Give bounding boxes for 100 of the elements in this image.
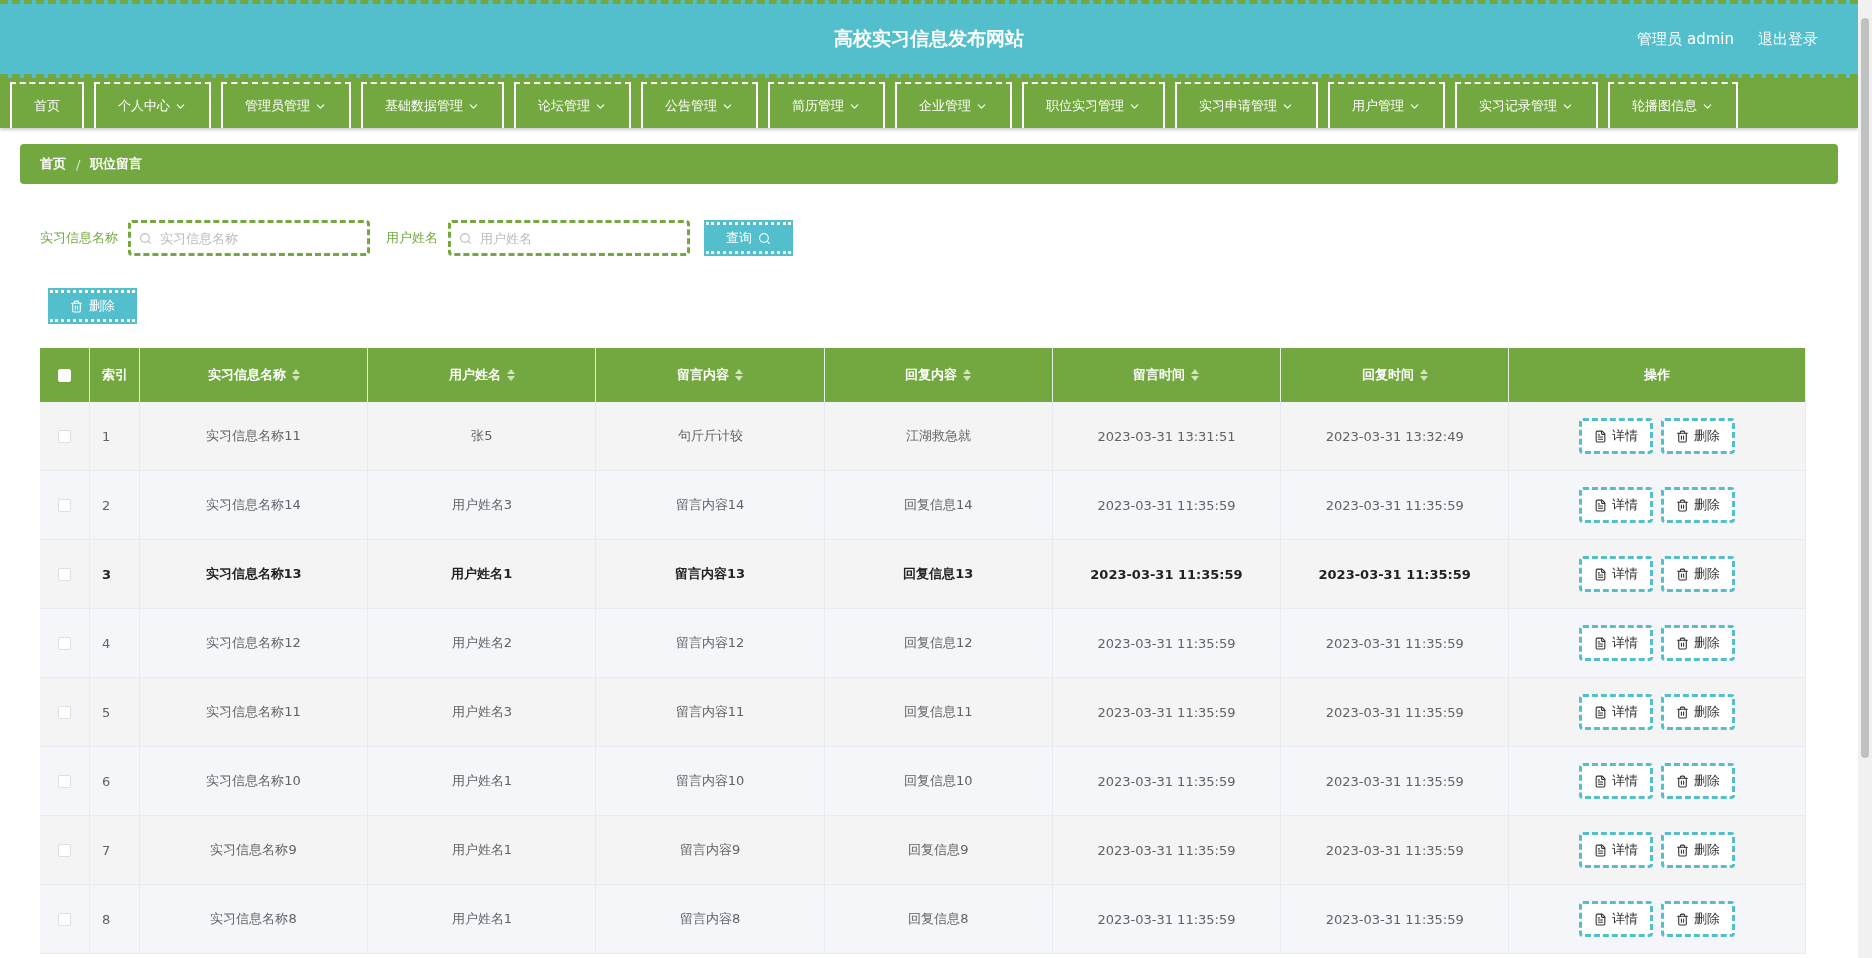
table-cell: 2023-03-31 11:35:59 xyxy=(1281,540,1510,609)
table-cell: 实习信息名称10 xyxy=(140,747,369,816)
sort-icon[interactable] xyxy=(963,369,972,381)
table-cell: 回复信息11 xyxy=(824,678,1053,747)
nav-item[interactable]: 管理员管理 xyxy=(221,82,351,128)
nav-item[interactable]: 首页 xyxy=(10,82,84,128)
trash-icon xyxy=(1676,705,1690,719)
table-cell: 实习信息名称9 xyxy=(140,816,369,885)
table-cell: 用户姓名3 xyxy=(368,471,597,540)
table-cell: 回复信息8 xyxy=(824,885,1053,954)
table-cell: 实习信息名称8 xyxy=(140,885,369,954)
search-icon xyxy=(139,231,152,245)
table-cell: 2023-03-31 11:35:59 xyxy=(1052,678,1282,747)
column-header[interactable]: 回复内容 xyxy=(824,348,1053,402)
table-cell: 张5 xyxy=(368,402,597,471)
table-cell: 2023-03-31 13:31:51 xyxy=(1052,402,1282,471)
table-cell: 实习信息名称11 xyxy=(140,402,369,471)
detail-button[interactable]: 详情 xyxy=(1579,832,1654,868)
nav-item[interactable]: 轮播图信息 xyxy=(1608,82,1738,128)
table-cell: 留言内容13 xyxy=(596,540,825,609)
nav-item[interactable]: 职位实习管理 xyxy=(1022,82,1165,128)
document-icon xyxy=(1594,429,1608,443)
nav-item[interactable]: 企业管理 xyxy=(895,82,1012,128)
user-name: 管理员 admin xyxy=(1637,29,1734,49)
document-icon xyxy=(1594,567,1608,581)
row-checkbox[interactable] xyxy=(58,843,71,857)
row-checkbox[interactable] xyxy=(58,912,71,926)
sort-icon[interactable] xyxy=(735,369,744,381)
delete-row-button[interactable]: 删除 xyxy=(1661,694,1736,730)
table-cell: 4 xyxy=(90,609,140,678)
nav-item[interactable]: 用户管理 xyxy=(1328,82,1445,128)
query-button[interactable]: 查询 xyxy=(706,222,791,254)
nav-item[interactable]: 简历管理 xyxy=(768,82,885,128)
table-cell: 2023-03-31 11:35:59 xyxy=(1052,747,1282,816)
detail-button[interactable]: 详情 xyxy=(1579,418,1654,454)
nav-item[interactable]: 公告管理 xyxy=(641,82,758,128)
field-label: 用户姓名 xyxy=(386,229,438,247)
delete-row-button[interactable]: 删除 xyxy=(1661,487,1736,523)
column-header[interactable]: 留言时间 xyxy=(1052,348,1282,402)
table-cell: 2023-03-31 11:35:59 xyxy=(1281,816,1510,885)
breadcrumb-separator: / xyxy=(76,156,81,172)
site-title: 高校实习信息发布网站 xyxy=(834,26,1024,51)
delete-row-button[interactable]: 删除 xyxy=(1661,763,1736,799)
breadcrumb-link[interactable]: 首页 xyxy=(40,155,66,173)
table-cell: 2023-03-31 11:35:59 xyxy=(1281,678,1510,747)
delete-row-button[interactable]: 删除 xyxy=(1661,901,1736,937)
row-checkbox[interactable] xyxy=(58,429,71,443)
row-checkbox[interactable] xyxy=(58,498,71,512)
nav-item[interactable]: 论坛管理 xyxy=(514,82,631,128)
scrollbar-thumb[interactable] xyxy=(1861,18,1869,758)
delete-row-button[interactable]: 删除 xyxy=(1661,556,1736,592)
table-cell: 用户姓名1 xyxy=(368,885,597,954)
delete-button[interactable]: 删除 xyxy=(50,290,135,322)
breadcrumb-current: 职位留言 xyxy=(90,155,143,173)
logout-link[interactable]: 退出登录 xyxy=(1758,29,1818,49)
document-icon xyxy=(1594,912,1608,926)
table-cell: 留言内容12 xyxy=(596,609,825,678)
sort-icon[interactable] xyxy=(1191,369,1200,381)
row-checkbox[interactable] xyxy=(58,567,71,581)
detail-button[interactable]: 详情 xyxy=(1579,487,1654,523)
delete-row-button[interactable]: 删除 xyxy=(1661,418,1736,454)
table-cell: 留言内容14 xyxy=(596,471,825,540)
nav-item[interactable]: 实习记录管理 xyxy=(1455,82,1598,128)
detail-button[interactable]: 详情 xyxy=(1579,625,1654,661)
table-cell: 用户姓名1 xyxy=(368,747,597,816)
row-checkbox[interactable] xyxy=(58,705,71,719)
row-checkbox[interactable] xyxy=(58,774,71,788)
document-icon xyxy=(1594,774,1608,788)
sort-icon[interactable] xyxy=(1419,369,1428,381)
column-header[interactable]: 留言内容 xyxy=(596,348,825,402)
sort-icon[interactable] xyxy=(506,369,515,381)
trash-icon xyxy=(70,299,83,313)
column-header[interactable]: 用户姓名 xyxy=(368,348,597,402)
row-checkbox[interactable] xyxy=(58,636,71,650)
sort-icon[interactable] xyxy=(291,369,300,381)
nav-item[interactable]: 基础数据管理 xyxy=(361,82,504,128)
nav-item[interactable]: 个人中心 xyxy=(94,82,211,128)
table-cell: 回复信息13 xyxy=(824,540,1053,609)
search-icon xyxy=(459,231,472,245)
search-field[interactable]: 实习信息名称 xyxy=(128,220,370,256)
search-field[interactable]: 用户姓名 xyxy=(448,220,690,256)
table-cell: 回复信息12 xyxy=(824,609,1053,678)
table-cell: 用户姓名3 xyxy=(368,678,597,747)
delete-row-button[interactable]: 删除 xyxy=(1661,832,1736,868)
detail-button[interactable]: 详情 xyxy=(1579,901,1654,937)
select-all-checkbox[interactable] xyxy=(58,368,71,382)
nav-item[interactable]: 实习申请管理 xyxy=(1175,82,1318,128)
table-cell: 留言内容10 xyxy=(596,747,825,816)
table-cell: 回复信息10 xyxy=(824,747,1053,816)
table-cell: 6 xyxy=(90,747,140,816)
table-cell: 留言内容11 xyxy=(596,678,825,747)
detail-button[interactable]: 详情 xyxy=(1579,694,1654,730)
column-header[interactable]: 实习信息名称 xyxy=(140,348,369,402)
column-header[interactable]: 回复时间 xyxy=(1281,348,1510,402)
detail-button[interactable]: 详情 xyxy=(1579,556,1654,592)
field-label: 实习信息名称 xyxy=(40,229,118,247)
scrollbar[interactable] xyxy=(1858,0,1872,958)
trash-icon xyxy=(1676,774,1690,788)
delete-row-button[interactable]: 删除 xyxy=(1661,625,1736,661)
detail-button[interactable]: 详情 xyxy=(1579,763,1654,799)
